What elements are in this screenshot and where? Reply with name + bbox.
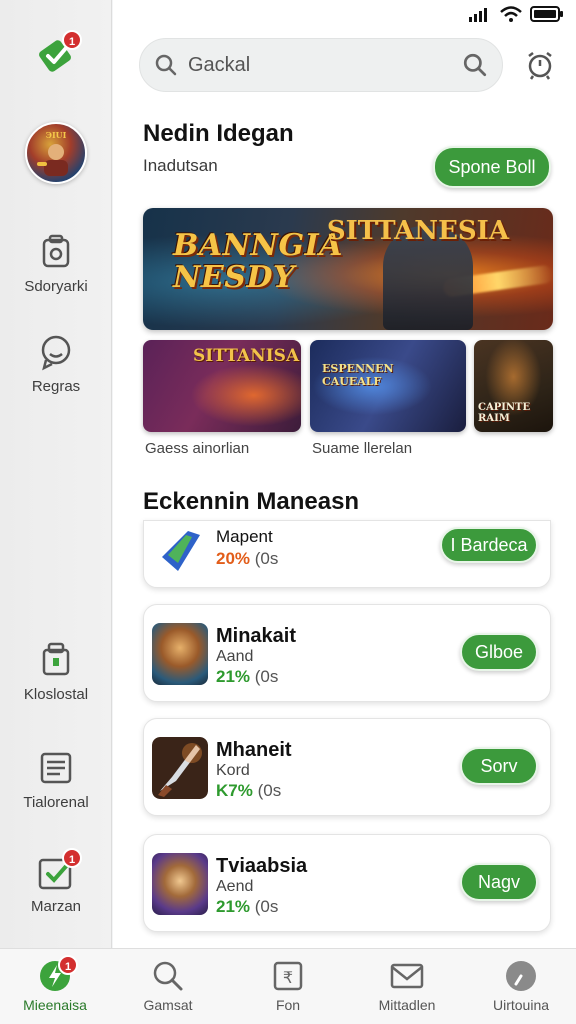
svg-text:₹: ₹ <box>283 968 293 987</box>
game-icon <box>152 853 208 915</box>
lock-icon <box>36 640 76 680</box>
nav-item-label: Gamsat <box>143 997 193 1013</box>
game-percent: K7% <box>216 781 253 800</box>
game-stat: 21% (0s <box>216 667 278 687</box>
sidebar-item-regras[interactable]: Regras <box>0 332 112 395</box>
sidebar-item-label: Marzan <box>30 898 82 915</box>
game-percent: 21% <box>216 667 251 686</box>
signal-icon <box>469 8 487 22</box>
chat-icon <box>36 332 76 372</box>
thumbnail-caption: Gaess ainorlian <box>145 440 250 457</box>
game-icon <box>152 623 208 685</box>
nav-item-label: Fon <box>275 997 301 1013</box>
nav-item-gamsat[interactable]: Gamsat <box>113 959 223 1013</box>
check-tag-icon: 1 <box>36 848 82 892</box>
sidebar: 1 ЭIUI Sdoryarki Regras Kloslostal Tialo… <box>0 0 112 948</box>
bottom-nav: 1 Mieenaisa Gamsat ₹ Fon Mittadlen Uirto… <box>0 948 576 1024</box>
nav-item-label: Mittadlen <box>378 997 436 1013</box>
thumbnail-title: ESPENNEN CAUEALF <box>322 362 394 388</box>
battery-icon <box>530 6 563 22</box>
game-stat-suffix: (0s <box>254 549 279 568</box>
sidebar-item-profile[interactable]: ЭIUI <box>0 122 112 184</box>
featured-title: Nedin Idegan <box>143 120 294 147</box>
list-item[interactable]: Mhaneit Kord K7% (0s Sorv <box>143 718 551 816</box>
notification-badge: 1 <box>62 30 82 50</box>
nav-item-fon[interactable]: ₹ Fon <box>233 959 343 1013</box>
document-icon <box>36 748 76 788</box>
nav-item-label: Mieenaisa <box>23 997 87 1013</box>
game-percent: 21% <box>216 897 251 916</box>
list-item[interactable]: Minakait Aand 21% (0s Glboe <box>143 604 551 702</box>
game-action-button[interactable]: Glboe <box>460 633 538 671</box>
game-icon <box>152 737 208 799</box>
sidebar-item-tialorenal[interactable]: Tialorenal <box>0 748 112 811</box>
search-icon <box>155 54 177 76</box>
wallet-icon: ₹ <box>271 959 305 993</box>
main-panel: Nedin Idegan Inadutsan Spone Boll BANNGI… <box>113 0 576 948</box>
wifi-icon <box>500 6 522 22</box>
game-subtitle: Kord <box>216 762 250 779</box>
alarm-clock-icon[interactable] <box>525 50 555 80</box>
sidebar-item-marzan[interactable]: 1 Marzan <box>0 848 112 915</box>
notification-badge: 1 <box>58 955 78 975</box>
game-thumbnail[interactable]: ESPENNEN CAUEALF <box>310 340 466 432</box>
game-icon <box>162 531 200 571</box>
thumbnail-caption: Suame llerelan <box>312 440 413 457</box>
game-stat-suffix: (0s <box>254 667 279 686</box>
sidebar-item-label: Regras <box>31 378 81 395</box>
search-input[interactable] <box>188 53 462 77</box>
sidebar-item-sdoryarki[interactable]: Sdoryarki <box>0 232 112 295</box>
sidebar-item-home[interactable]: 1 <box>0 30 112 80</box>
sidebar-item-kloslostal[interactable]: Kloslostal <box>0 640 112 703</box>
list-item[interactable]: Mapent 20% (0s I Bardeca <box>143 520 551 588</box>
sidebar-item-label: Tialorenal <box>23 794 89 811</box>
nav-item-mittadlen[interactable]: Mittadlen <box>352 959 462 1013</box>
game-stat-suffix: (0s <box>257 781 282 800</box>
search-icon <box>151 959 185 993</box>
game-percent: 20% <box>216 549 251 568</box>
settings-icon <box>504 959 538 993</box>
game-action-button[interactable]: Sorv <box>460 747 538 785</box>
thumbnail-title: SITTANISA <box>193 346 300 366</box>
sidebar-item-label: Sdoryarki <box>24 278 88 295</box>
thumbnail-title: CAPINTE RAIM <box>478 402 531 424</box>
game-action-button[interactable]: I Bardeca <box>440 527 538 563</box>
camera-icon <box>36 232 76 272</box>
check-tag-icon: 1 <box>36 30 82 74</box>
svg-text:ЭIUI: ЭIUI <box>46 130 67 140</box>
game-name: Mhaneit <box>216 739 292 761</box>
status-bar <box>468 4 564 24</box>
game-action-button[interactable]: Nagv <box>460 863 538 901</box>
mail-icon <box>390 959 424 993</box>
search-submit-icon[interactable] <box>462 52 488 78</box>
game-stat: K7% (0s <box>216 781 281 801</box>
game-thumbnail[interactable]: CAPINTE RAIM <box>474 340 553 432</box>
nav-item-uirtouina[interactable]: Uirtouina <box>466 959 576 1013</box>
featured-subtitle: Inadutsan <box>143 156 218 175</box>
avatar: ЭIUI <box>25 122 87 184</box>
game-name: Tviaabsia <box>216 855 308 877</box>
game-subtitle: Aend <box>216 878 254 895</box>
featured-banner[interactable]: BANNGIA NESDY SITTANESIA <box>143 208 553 330</box>
notification-badge: 1 <box>62 848 82 868</box>
game-stat: 21% (0s <box>216 897 278 917</box>
banner-title-right: SITTANESIA <box>326 216 509 246</box>
search-bar[interactable] <box>139 38 503 92</box>
game-stat-suffix: (0s <box>254 897 279 916</box>
nav-item-label: Uirtouina <box>492 997 550 1013</box>
game-stat: 20% (0s <box>216 549 278 569</box>
featured-action-button[interactable]: Spone Boll <box>433 146 551 188</box>
sidebar-item-label: Kloslostal <box>23 686 89 703</box>
game-subtitle: Aand <box>216 648 254 665</box>
game-name: Mapent <box>216 527 273 546</box>
game-thumbnail[interactable]: SITTANISA <box>143 340 301 432</box>
nav-item-home[interactable]: 1 Mieenaisa <box>0 955 110 1013</box>
game-name: Minakait <box>216 625 297 647</box>
home-bolt-icon: 1 <box>38 955 78 993</box>
banner-title: BANNGIA NESDY <box>173 228 343 295</box>
list-section-title: Eckennin Maneasn <box>143 488 360 515</box>
list-item[interactable]: Tviaabsia Aend 21% (0s Nagv <box>143 834 551 932</box>
